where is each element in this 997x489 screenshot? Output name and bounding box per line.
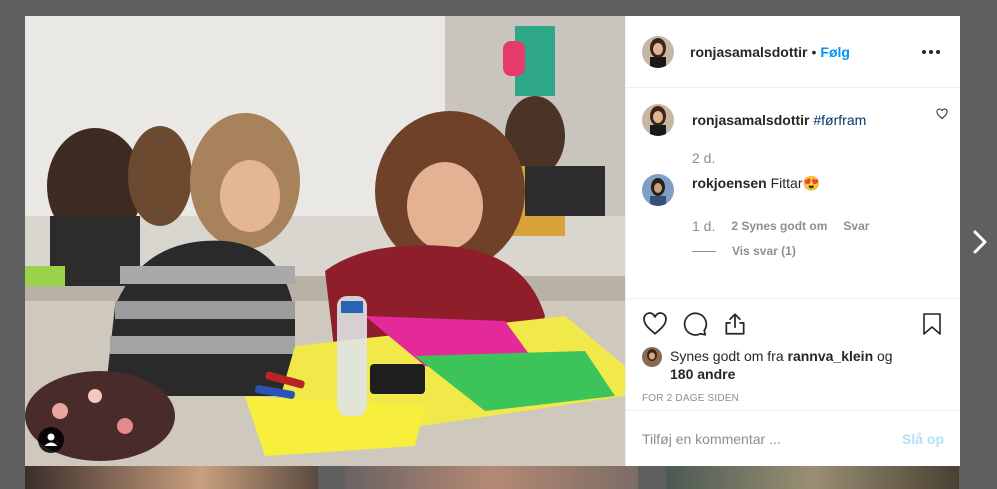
author-avatar[interactable] <box>642 35 674 68</box>
post-header: ronjasamalsdottir • Følg <box>626 16 960 88</box>
action-icons <box>642 309 944 339</box>
separator-dot: • <box>811 43 817 60</box>
post-modal: ronjasamalsdottir • Følg ronjasamalsdott… <box>25 16 960 466</box>
caption-avatar[interactable] <box>642 104 674 136</box>
post-sidebar: ronjasamalsdottir • Følg ronjasamalsdott… <box>625 16 960 466</box>
bookmark-icon[interactable] <box>920 311 944 337</box>
user-tag-icon <box>44 433 58 446</box>
caption-row: ronjasamalsdottir #førfram <box>642 104 944 136</box>
author-username[interactable]: ronjasamalsdottir <box>690 44 807 60</box>
commenter-avatar[interactable] <box>642 174 674 206</box>
more-options-icon[interactable] <box>918 46 944 58</box>
post-timestamp[interactable]: FOR 2 DAGE SIDEN <box>642 393 944 404</box>
commenter-username[interactable]: rokjoensen <box>692 175 767 191</box>
chevron-right-icon[interactable] <box>970 228 990 256</box>
follow-button[interactable]: Følg <box>820 44 850 60</box>
liker-avatar[interactable] <box>642 347 662 367</box>
photo-illustration <box>25 16 625 466</box>
comment-age: 1 d. <box>692 218 716 234</box>
grid-thumbnail-3[interactable] <box>666 466 959 489</box>
heart-icon[interactable] <box>642 311 668 337</box>
post-photo[interactable] <box>25 16 625 466</box>
post-actions: Synes godt om fra rannva_klein og 180 an… <box>626 298 960 404</box>
liked-by-text: Synes godt om fra rannva_klein og 180 an… <box>670 347 893 383</box>
liked-by-joiner: og <box>877 348 893 364</box>
caption-age: 2 d. <box>692 150 716 166</box>
comment-meta: 1 d. 2 Synes godt om Svar <box>692 218 944 234</box>
caption-hashtag[interactable]: #førfram <box>813 112 866 128</box>
caption-text: ronjasamalsdottir #førfram <box>692 111 866 129</box>
comment-text: rokjoensen Fittar😍 <box>692 174 820 192</box>
comments-section: ronjasamalsdottir #førfram 2 d. rokjoens… <box>626 88 960 298</box>
liked-by-prefix: Synes godt om fra <box>670 348 784 364</box>
comment-like-heart-icon[interactable] <box>936 108 948 120</box>
add-comment-bar: Slå op <box>626 410 960 466</box>
replies-line <box>692 250 716 252</box>
comment-likes[interactable]: 2 Synes godt om <box>731 219 827 233</box>
share-icon[interactable] <box>722 311 748 337</box>
comment-body: Fittar😍 <box>770 175 820 191</box>
grid-thumbnail-1[interactable] <box>25 466 318 489</box>
reply-button[interactable]: Svar <box>843 219 869 233</box>
liked-by: Synes godt om fra rannva_klein og 180 an… <box>642 347 944 383</box>
liked-by-others[interactable]: 180 andre <box>670 366 735 382</box>
post-comment-button[interactable]: Slå op <box>902 431 944 447</box>
grid-thumbnail-2[interactable] <box>345 466 638 489</box>
caption-username[interactable]: ronjasamalsdottir <box>692 112 809 128</box>
view-replies-label: Vis svar (1) <box>732 244 796 258</box>
user-tag-button[interactable] <box>38 427 64 453</box>
liked-by-user[interactable]: rannva_klein <box>788 348 874 364</box>
comment-input[interactable] <box>642 430 902 447</box>
comment-row: rokjoensen Fittar😍 <box>642 174 944 206</box>
comment-icon[interactable] <box>682 311 708 337</box>
view-replies-button[interactable]: Vis svar (1) <box>692 244 944 258</box>
